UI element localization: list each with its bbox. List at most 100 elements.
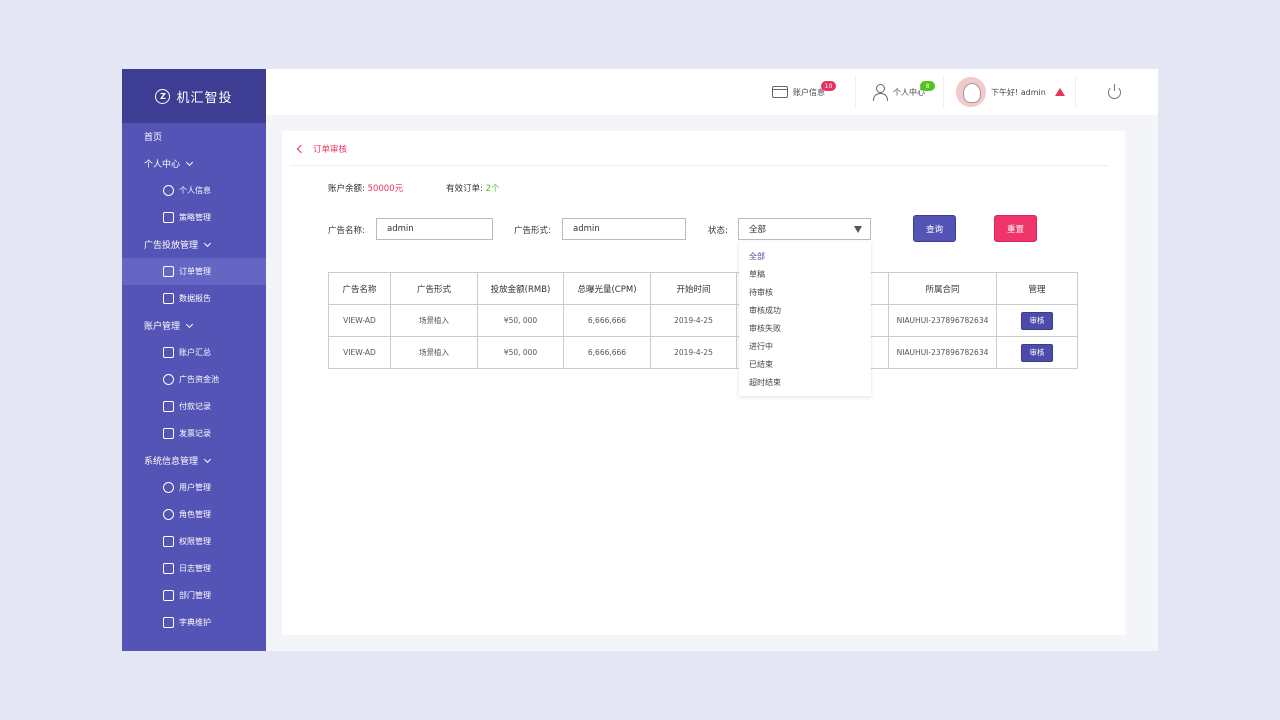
users-icon (163, 482, 174, 493)
user-icon (872, 84, 888, 101)
account-info-badge: 10 (821, 81, 836, 91)
sidebar-item-label: 字典维护 (179, 618, 211, 627)
yen-icon (163, 374, 174, 385)
account-info-label: 账户信息 (793, 87, 825, 97)
divider (290, 165, 1109, 166)
strategy-icon (163, 212, 174, 223)
sidebar-item-strategy[interactable]: 策略管理 (122, 204, 266, 231)
cell-amount: ¥50, 000 (477, 336, 564, 369)
nav-system-info[interactable]: 系统信息管理 (122, 447, 266, 474)
status-select[interactable]: 全部 (738, 218, 871, 240)
status-option[interactable]: 已结束 (739, 355, 871, 373)
sidebar-item-log-management[interactable]: 日志管理 (122, 555, 266, 582)
sidebar-item-invoice-records[interactable]: 发票记录 (122, 420, 266, 447)
cell-contract: NIAUHUI-237896782634 (888, 336, 997, 369)
log-icon (163, 563, 174, 574)
back-arrow-icon[interactable] (296, 144, 306, 154)
sidebar-item-data-report[interactable]: 数据报告 (122, 285, 266, 312)
status-option[interactable]: 待审核 (739, 283, 871, 301)
cell-ad-name: VIEW-AD (328, 304, 391, 337)
sidebar-item-role-management[interactable]: 角色管理 (122, 501, 266, 528)
greeting-text: 下午好! admin (991, 87, 1046, 97)
personal-center-link[interactable]: 个人中心 (872, 69, 925, 115)
breadcrumb[interactable]: 订单审核 (296, 141, 348, 157)
status-option[interactable]: 进行中 (739, 337, 871, 355)
sidebar-item-order-management[interactable]: 订单管理 (122, 258, 266, 285)
valid-orders: 有效订单: 2个 (446, 182, 500, 194)
status-option[interactable]: 草稿 (739, 265, 871, 283)
sidebar-item-label: 策略管理 (179, 213, 211, 222)
status-option[interactable]: 审核失败 (739, 319, 871, 337)
sidebar-item-department-management[interactable]: 部门管理 (122, 582, 266, 609)
cell-manage: 审核 (996, 336, 1078, 369)
orders-table: 广告名称 广告形式 投放金额(RMB) 总曝光量(CPM) 开始时间 所属合同 … (328, 272, 1078, 369)
top-header: 账户信息 10 个人中心 8 下午好! admin (266, 69, 1158, 115)
chevron-down-icon (203, 455, 212, 463)
personal-center-badge: 8 (920, 81, 935, 91)
app-name: 机汇智投 (176, 90, 233, 106)
ad-form-input[interactable]: admin (562, 218, 686, 240)
sidebar-item-label: 权限管理 (179, 537, 211, 546)
sidebar-item-dictionary[interactable]: 字典维护 (122, 609, 266, 636)
sidebar-item-label: 广告资金池 (179, 375, 219, 384)
nav-account-management[interactable]: 账户管理 (122, 312, 266, 339)
chevron-down-icon (185, 320, 194, 328)
column-header: 广告形式 (390, 272, 478, 305)
sidebar-item-label: 订单管理 (179, 267, 211, 276)
status-select-value: 全部 (749, 225, 767, 235)
sidebar: Z 机汇智投 首页 个人中心 个人信息 策略管理 广告投放管理 订单管理 数据报… (122, 69, 266, 651)
account-info-link[interactable]: 账户信息 (772, 69, 825, 115)
valid-orders-value: 2个 (485, 184, 500, 194)
reset-button[interactable]: 重置 (994, 215, 1037, 242)
balance-label: 账户余额: (328, 184, 365, 194)
sidebar-item-label: 日志管理 (179, 564, 211, 573)
chevron-down-icon (203, 239, 212, 247)
status-dropdown-menu: 全部 草稿 待审核 审核成功 审核失败 进行中 已结束 超时结束 (739, 242, 871, 396)
query-button[interactable]: 查询 (913, 215, 956, 242)
app-window: Z 机汇智投 首页 个人中心 个人信息 策略管理 广告投放管理 订单管理 数据报… (122, 69, 1158, 651)
department-icon (163, 590, 174, 601)
sidebar-item-label: 发票记录 (179, 429, 211, 438)
sidebar-item-payment-records[interactable]: 付款记录 (122, 393, 266, 420)
report-icon (163, 293, 174, 304)
nav-personal-center[interactable]: 个人中心 (122, 150, 266, 177)
cell-amount: ¥50, 000 (477, 304, 564, 337)
status-label: 状态: (708, 226, 728, 236)
user-icon (163, 185, 174, 196)
sidebar-item-label: 数据报告 (179, 294, 211, 303)
sidebar-item-ad-fund-pool[interactable]: 广告资金池 (122, 366, 266, 393)
ad-name-input[interactable]: admin (376, 218, 493, 240)
status-option[interactable]: 审核成功 (739, 301, 871, 319)
account-balance: 账户余额: 50000元 (328, 182, 403, 194)
cell-manage: 审核 (996, 304, 1078, 337)
ad-name-label: 广告名称: (328, 226, 365, 236)
column-header: 总曝光量(CPM) (563, 272, 651, 305)
cell-ad-name: VIEW-AD (328, 336, 391, 369)
cell-contract: NIAUHUI-237896782634 (888, 304, 997, 337)
permission-icon (163, 536, 174, 547)
nav-home[interactable]: 首页 (122, 123, 266, 150)
sidebar-item-personal-info[interactable]: 个人信息 (122, 177, 266, 204)
nav-ad-delivery[interactable]: 广告投放管理 (122, 231, 266, 258)
status-option[interactable]: 超时结束 (739, 373, 871, 391)
sidebar-item-user-management[interactable]: 用户管理 (122, 474, 266, 501)
header-divider (1075, 77, 1076, 107)
breadcrumb-title: 订单审核 (313, 145, 348, 155)
sidebar-item-label: 角色管理 (179, 510, 211, 519)
valid-orders-label: 有效订单: (446, 184, 483, 194)
power-icon (1108, 83, 1121, 99)
user-menu[interactable]: 下午好! admin (956, 69, 1065, 115)
nav-label: 系统信息管理 (144, 457, 199, 467)
logout-button[interactable] (1108, 69, 1121, 115)
status-option[interactable]: 全部 (739, 247, 871, 265)
balance-value: 50000元 (367, 184, 404, 194)
cell-impressions: 6,666,666 (563, 336, 651, 369)
audit-button[interactable]: 审核 (1021, 311, 1053, 330)
cell-ad-form: 场景植入 (390, 336, 478, 369)
sidebar-item-account-summary[interactable]: 账户汇总 (122, 339, 266, 366)
sidebar-item-label: 部门管理 (179, 591, 211, 600)
audit-button[interactable]: 审核 (1021, 343, 1053, 362)
column-header: 投放金额(RMB) (477, 272, 564, 305)
sidebar-item-permission-management[interactable]: 权限管理 (122, 528, 266, 555)
logo[interactable]: Z 机汇智投 (122, 69, 266, 123)
